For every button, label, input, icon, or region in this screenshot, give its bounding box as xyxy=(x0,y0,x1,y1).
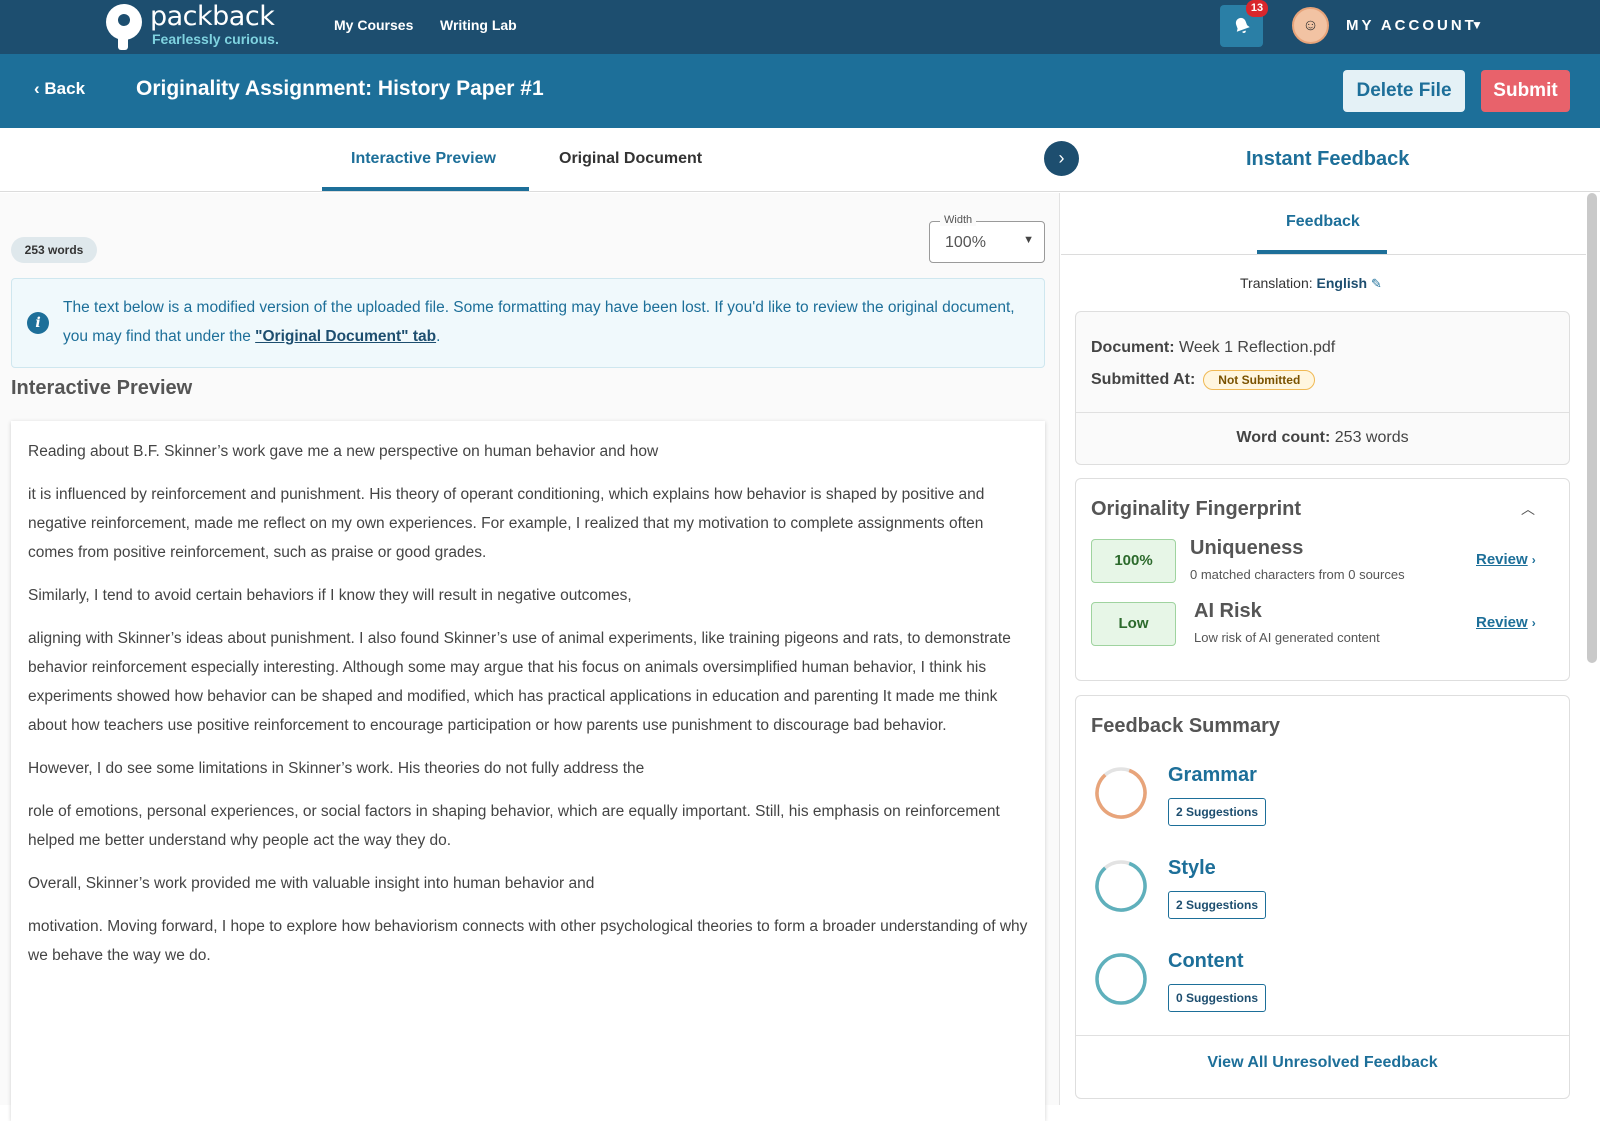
style-progress-ring xyxy=(1095,860,1147,912)
divider xyxy=(1076,1035,1569,1036)
document-text: Reading about B.F. Skinner’s work gave m… xyxy=(28,437,1033,984)
uniqueness-label: Uniqueness xyxy=(1190,537,1304,559)
instant-feedback-title: Instant Feedback xyxy=(1246,148,1410,170)
back-button[interactable]: ‹ Back xyxy=(34,79,85,99)
top-navigation: packback Fearlessly curious. My Courses … xyxy=(0,0,1600,54)
status-badge: Not Submitted xyxy=(1203,370,1316,390)
paragraph: it is influenced by reinforcement and pu… xyxy=(28,486,985,561)
tab-interactive-preview[interactable]: Interactive Preview xyxy=(351,150,496,168)
active-tab-indicator xyxy=(322,187,529,191)
width-value: 100% xyxy=(945,234,986,251)
submitted-at: Submitted At: Not Submitted xyxy=(1091,370,1316,390)
info-banner: i The text below is a modified version o… xyxy=(11,278,1045,368)
grammar-suggestions-badge[interactable]: 2 Suggestions xyxy=(1168,798,1266,826)
card-title: Feedback Summary xyxy=(1091,715,1280,737)
ai-risk-score: Low xyxy=(1091,602,1176,646)
divider xyxy=(1076,412,1569,413)
paragraph: Overall, Skinner’s work provided me with… xyxy=(28,875,595,892)
grammar-label[interactable]: Grammar xyxy=(1168,764,1257,787)
view-all-unresolved-feedback-link[interactable]: View All Unresolved Feedback xyxy=(1076,1054,1569,1072)
chevron-up-icon[interactable]: ︿ xyxy=(1521,499,1535,519)
card-title: Originality Fingerprint xyxy=(1091,498,1302,520)
style-suggestions-badge[interactable]: 2 Suggestions xyxy=(1168,891,1266,919)
avatar[interactable]: ☺ xyxy=(1292,7,1329,44)
submit-button[interactable]: Submit xyxy=(1481,70,1570,112)
chevron-left-icon: ‹ xyxy=(34,79,45,98)
width-label: Width xyxy=(940,214,977,226)
translation-setting[interactable]: Translation: English ✎ xyxy=(1240,275,1382,292)
preview-pane: 253 words Width 100% ▼ i The text below … xyxy=(0,193,1060,1121)
content-progress-ring xyxy=(1095,953,1147,1005)
logo-icon xyxy=(104,2,146,52)
uniqueness-detail: 0 matched characters from 0 sources xyxy=(1190,567,1405,582)
chevron-right-icon: › xyxy=(1531,553,1536,567)
dropdown-arrow-icon: ▼ xyxy=(1023,234,1034,246)
assignment-header: ‹ Back Originality Assignment: History P… xyxy=(0,54,1600,128)
document-preview: Reading about B.F. Skinner’s work gave m… xyxy=(11,421,1045,1121)
paragraph: role of emotions, personal experiences, … xyxy=(28,803,1000,849)
ai-risk-label: AI Risk xyxy=(1194,600,1262,622)
style-label[interactable]: Style xyxy=(1168,857,1216,880)
ai-risk-detail: Low risk of AI generated content xyxy=(1194,630,1380,645)
collapse-panel-button[interactable]: › xyxy=(1044,141,1079,176)
info-text: The text below is a modified version of … xyxy=(63,299,1015,345)
width-select[interactable]: Width 100% ▼ xyxy=(929,214,1045,263)
chevron-right-icon: › xyxy=(1531,616,1536,630)
nav-writing-lab[interactable]: Writing Lab xyxy=(440,17,517,33)
word-count-badge: 253 words xyxy=(11,237,97,263)
content-suggestions-badge[interactable]: 0 Suggestions xyxy=(1168,984,1266,1012)
paragraph: However, I do see some limitations in Sk… xyxy=(28,760,645,777)
grammar-progress-ring xyxy=(1095,767,1147,819)
feedback-summary-card: Feedback Summary Grammar 2 Suggestions S… xyxy=(1075,695,1570,1099)
tabs-row: Interactive Preview Original Document › … xyxy=(0,128,1600,192)
logo-name: packback xyxy=(150,1,275,32)
preview-heading: Interactive Preview xyxy=(11,377,193,399)
word-count: Word count: 253 words xyxy=(1236,429,1409,446)
document-info-card: Document: Week 1 Reflection.pdf Submitte… xyxy=(1075,311,1570,465)
page-title: Originality Assignment: History Paper #1 xyxy=(136,77,544,100)
originality-fingerprint-card: Originality Fingerprint ︿ 100% Uniquenes… xyxy=(1075,478,1570,681)
content-label[interactable]: Content xyxy=(1168,950,1244,973)
info-icon: i xyxy=(27,312,49,334)
original-document-link[interactable]: "Original Document" tab xyxy=(255,328,436,345)
delete-file-button[interactable]: Delete File xyxy=(1343,70,1465,112)
paragraph: Similarly, I tend to avoid certain behav… xyxy=(28,587,632,604)
review-uniqueness-link[interactable]: Review › xyxy=(1476,551,1536,568)
bell-icon xyxy=(1235,17,1250,33)
my-account-menu[interactable]: MY ACCOUNT xyxy=(1346,17,1477,34)
packback-logo[interactable]: packback Fearlessly curious. xyxy=(104,2,279,52)
chevron-right-icon: › xyxy=(1058,148,1065,168)
scrollbar[interactable] xyxy=(1587,193,1597,663)
notification-count-badge: 13 xyxy=(1246,0,1268,17)
tab-feedback[interactable]: Feedback xyxy=(1286,213,1360,231)
logo-tagline: Fearlessly curious. xyxy=(152,31,279,47)
paragraph: motivation. Moving forward, I hope to ex… xyxy=(28,918,1028,964)
uniqueness-score: 100% xyxy=(1091,539,1176,583)
paragraph: Reading about B.F. Skinner’s work gave m… xyxy=(28,443,659,460)
tab-original-document[interactable]: Original Document xyxy=(559,150,702,168)
pencil-icon[interactable]: ✎ xyxy=(1371,276,1382,291)
nav-my-courses[interactable]: My Courses xyxy=(334,17,413,33)
caret-down-icon[interactable]: ▼ xyxy=(1471,18,1483,32)
divider xyxy=(1061,254,1586,255)
document-name: Document: Week 1 Reflection.pdf xyxy=(1091,339,1336,356)
review-ai-risk-link[interactable]: Review › xyxy=(1476,614,1536,631)
paragraph: aligning with Skinner’s ideas about puni… xyxy=(28,630,1011,734)
